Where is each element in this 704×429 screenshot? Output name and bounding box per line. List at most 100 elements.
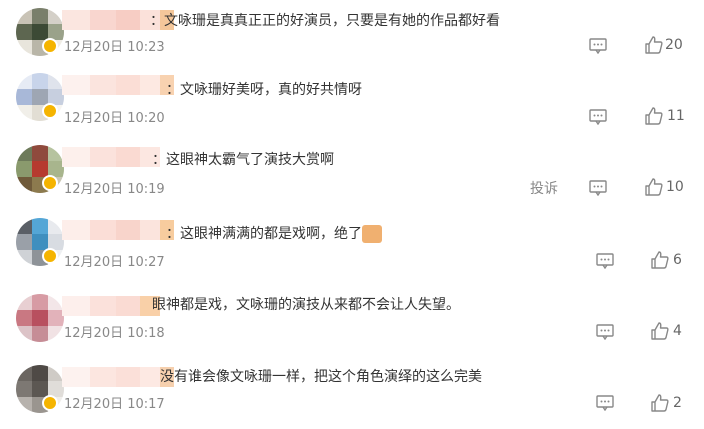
avatar-pixel <box>32 89 48 105</box>
avatar[interactable] <box>16 294 64 342</box>
verified-badge-icon <box>42 248 58 264</box>
avatar-pixel <box>32 365 48 381</box>
username-pixel <box>62 296 90 316</box>
comment-item: ：文咏珊是真真正正的好演员，只要是有她的作品都好看 12月20日 10:23 2… <box>0 8 704 72</box>
username-pixel <box>116 10 140 30</box>
comment-time: 12月20日 10:23 <box>64 40 165 55</box>
avatar-pixel <box>16 40 32 56</box>
comment-text: ：这眼神太霸气了演技大赏啊 <box>152 152 334 168</box>
comment-item: ：这眼神太霸气了演技大赏啊 12月20日 10:19 投诉 10 <box>0 145 704 209</box>
like-count: 6 <box>673 252 682 268</box>
avatar-pixel <box>16 24 32 40</box>
comment-time: 12月20日 10:20 <box>64 111 165 126</box>
username-pixel <box>62 367 90 387</box>
comment-time: 12月20日 10:19 <box>64 182 165 197</box>
avatar-pixel <box>32 310 48 326</box>
comment-text: ：文咏珊是真真正正的好演员，只要是有她的作品都好看 <box>150 13 500 29</box>
avatar-pixel <box>32 145 48 161</box>
avatar-pixel <box>48 326 64 342</box>
username-pixel <box>140 367 160 387</box>
avatar-pixel <box>32 234 48 250</box>
avatar-pixel <box>32 381 48 397</box>
thumbs-up-icon[interactable] <box>645 178 663 196</box>
username[interactable] <box>62 367 174 387</box>
comment-item: ：文咏珊好美呀，真的好共情呀 12月20日 10:20 11 <box>0 73 704 137</box>
avatar-pixel <box>32 218 48 234</box>
verified-badge-icon <box>42 103 58 119</box>
verified-badge-icon <box>42 175 58 191</box>
username-pixel <box>90 367 116 387</box>
like-emoji <box>362 225 382 243</box>
like-count: 11 <box>667 108 685 124</box>
avatar-pixel <box>32 8 48 24</box>
username-pixel <box>90 75 116 95</box>
username-pixel <box>62 10 90 30</box>
username-pixel <box>90 147 116 167</box>
username-pixel <box>116 75 140 95</box>
thumbs-up-icon[interactable] <box>651 394 669 412</box>
comment-time: 12月20日 10:18 <box>64 326 165 341</box>
avatar-pixel <box>16 326 32 342</box>
avatar-pixel <box>16 218 32 234</box>
like-count: 20 <box>665 37 683 53</box>
username[interactable] <box>62 75 174 95</box>
thumbs-up-icon[interactable] <box>645 107 663 125</box>
avatar-pixel <box>32 326 48 342</box>
comment-icon[interactable] <box>596 395 614 411</box>
username-pixel <box>116 367 140 387</box>
comment-text: 眼神都是戏，文咏珊的演技从来都不会让人失望。 <box>152 297 460 313</box>
avatar-pixel <box>16 397 32 413</box>
thumbs-up-icon[interactable] <box>651 322 669 340</box>
comment-item: 没有谁会像文咏珊一样，把这个角色演绎的这么完美 12月20日 10:17 2 <box>0 365 704 429</box>
username-pixel <box>62 220 90 240</box>
avatar-pixel <box>16 250 32 266</box>
username-pixel <box>90 296 116 316</box>
avatar-pixel <box>16 73 32 89</box>
username-pixel <box>90 10 116 30</box>
username-pixel <box>62 147 90 167</box>
verified-badge-icon <box>42 395 58 411</box>
username-pixel <box>116 296 140 316</box>
comment-time: 12月20日 10:27 <box>64 255 165 270</box>
avatar-pixel <box>16 161 32 177</box>
avatar-pixel <box>16 177 32 193</box>
comment-icon[interactable] <box>596 324 614 340</box>
comment-item: ：这眼神满满的都是戏啊，绝了 12月20日 10:27 6 <box>0 218 704 282</box>
avatar-pixel <box>16 234 32 250</box>
like-count: 4 <box>673 323 682 339</box>
comment-text: ：这眼神满满的都是戏啊，绝了 <box>166 225 382 243</box>
avatar-pixel <box>16 105 32 121</box>
like-count: 2 <box>673 395 682 411</box>
report-button[interactable]: 投诉 <box>530 178 558 198</box>
comment-text: 没有谁会像文咏珊一样，把这个角色演绎的这么完美 <box>160 369 482 385</box>
avatar-pixel <box>32 161 48 177</box>
username-pixel <box>116 220 140 240</box>
thumbs-up-icon[interactable] <box>651 251 669 269</box>
avatar-pixel <box>16 365 32 381</box>
comment-text: ：文咏珊好美呀，真的好共情呀 <box>166 82 362 98</box>
username-pixel <box>140 220 160 240</box>
avatar-pixel <box>32 73 48 89</box>
comment-time: 12月20日 10:17 <box>64 397 165 412</box>
avatar-pixel <box>16 294 32 310</box>
username-pixel <box>140 75 160 95</box>
avatar-pixel <box>16 89 32 105</box>
comment-icon[interactable] <box>589 38 607 54</box>
comment-icon[interactable] <box>596 253 614 269</box>
username-pixel <box>62 75 90 95</box>
avatar-pixel <box>16 145 32 161</box>
username-pixel <box>90 220 116 240</box>
avatar-pixel <box>16 8 32 24</box>
username-pixel <box>116 147 140 167</box>
comment-icon[interactable] <box>589 180 607 196</box>
thumbs-up-icon[interactable] <box>645 36 663 54</box>
avatar-pixel <box>32 24 48 40</box>
avatar-pixel <box>32 294 48 310</box>
avatar-pixel <box>16 381 32 397</box>
like-count: 10 <box>666 179 684 195</box>
comment-icon[interactable] <box>589 109 607 125</box>
username[interactable] <box>62 220 174 240</box>
verified-badge-icon <box>42 38 58 54</box>
comment-item: 眼神都是戏，文咏珊的演技从来都不会让人失望。 12月20日 10:18 4 <box>0 294 704 358</box>
avatar-pixel <box>16 310 32 326</box>
